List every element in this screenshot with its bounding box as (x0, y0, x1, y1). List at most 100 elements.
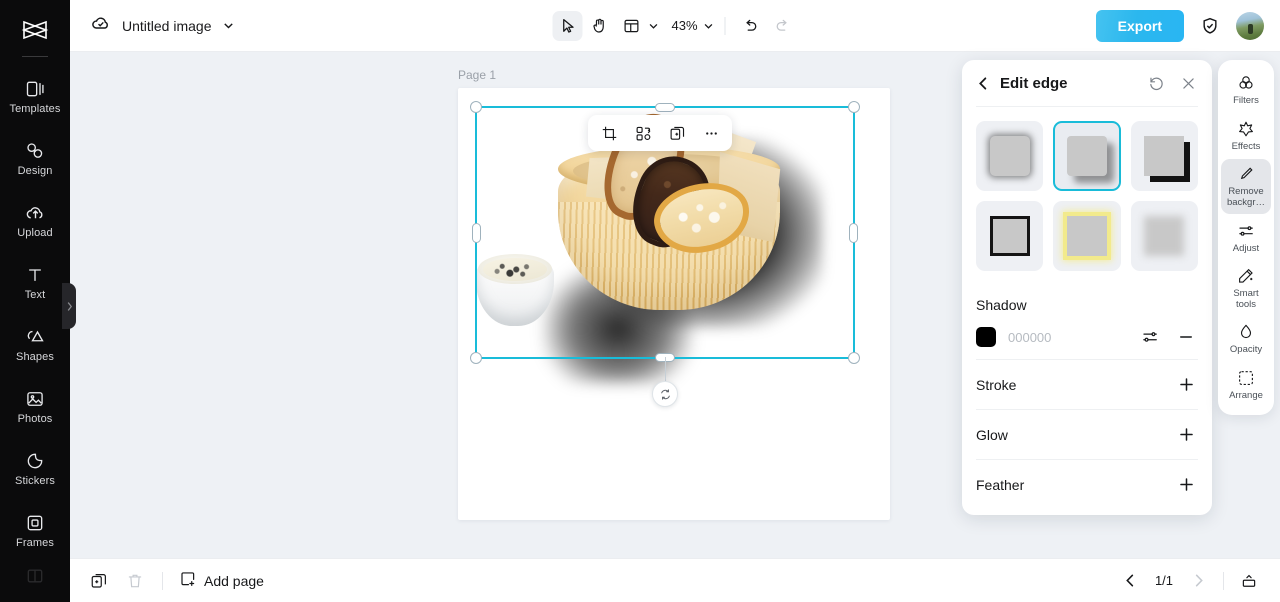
document-title[interactable]: Untitled image (122, 18, 212, 34)
feather-preset[interactable] (1130, 201, 1198, 271)
layout-tool-button[interactable] (616, 11, 659, 41)
delete-page-button[interactable] (120, 566, 150, 596)
next-page-button[interactable] (1183, 566, 1213, 596)
bottombar-divider (162, 571, 163, 590)
sidebar-item-frames[interactable]: Frames (2, 499, 68, 561)
rail-item-effects[interactable]: Effects (1221, 114, 1271, 158)
duplicate-button[interactable] (662, 119, 692, 147)
rail-item-label: Remove backgr… (1226, 186, 1265, 208)
undo-button[interactable] (736, 11, 766, 41)
sidebar-item-design[interactable]: Design (2, 127, 68, 189)
resize-handle-top[interactable] (655, 103, 675, 112)
page-label: Page 1 (458, 68, 497, 82)
rail-item-label: Arrange (1229, 390, 1263, 401)
adjust-icon (1236, 221, 1256, 241)
layout-grid-icon[interactable] (616, 11, 646, 41)
shadow-color-swatch[interactable] (976, 327, 996, 347)
chevron-left-icon[interactable] (976, 76, 992, 91)
rail-item-adjust[interactable]: Adjust (1221, 216, 1271, 260)
document-title-group[interactable]: Untitled image (90, 12, 235, 39)
glow-row[interactable]: Glow (976, 409, 1198, 459)
redo-button[interactable] (768, 11, 798, 41)
shield-check-icon[interactable] (1198, 14, 1222, 38)
rail-item-opacity[interactable]: Opacity (1221, 317, 1271, 361)
edge-property-rows: Shadow 000000 Stroke Glow Feather (962, 285, 1212, 509)
shadow-color-value[interactable]: 000000 (1008, 330, 1051, 345)
duplicate-page-button[interactable] (84, 566, 114, 596)
select-tool-button[interactable] (552, 10, 583, 41)
sidebar-item-templates[interactable]: Templates (2, 65, 68, 127)
canvas-tools: 43% (552, 10, 798, 41)
soft-shadow-preset[interactable] (976, 121, 1044, 191)
export-button[interactable]: Export (1095, 9, 1184, 42)
more-options-button[interactable] (696, 119, 726, 147)
zoom-control[interactable]: 43% (661, 18, 714, 33)
left-sidebar: Templates Design Upload Text Shapes Phot… (0, 0, 70, 602)
sidebar-item-text[interactable]: Text (2, 251, 68, 313)
hard-shadow-preset[interactable] (1130, 121, 1198, 191)
stroke-preset[interactable] (976, 201, 1044, 271)
sidebar-item-photos[interactable]: Photos (2, 375, 68, 437)
rail-item-label: Filters (1233, 95, 1259, 106)
resize-handle-bottom-right[interactable] (848, 352, 860, 364)
sidebar-item-shapes[interactable]: Shapes (2, 313, 68, 375)
design-icon (24, 140, 46, 162)
replace-button[interactable] (628, 119, 658, 147)
resize-handle-right[interactable] (849, 222, 858, 243)
rail-item-remove-background[interactable]: Remove backgr… (1221, 159, 1271, 214)
resize-handle-top-right[interactable] (848, 101, 860, 113)
chevron-down-icon[interactable] (222, 19, 235, 32)
rail-item-label: Effects (1231, 140, 1261, 152)
user-avatar[interactable] (1236, 11, 1264, 40)
page-indicator: 1/1 (1154, 573, 1174, 588)
drop-shadow-preset[interactable] (1053, 121, 1121, 191)
chevron-down-icon[interactable] (647, 20, 659, 32)
sidebar-item-stickers[interactable]: Stickers (2, 437, 68, 499)
sidebar-item-more[interactable] (2, 561, 68, 591)
plus-icon[interactable] (1174, 473, 1198, 497)
sidebar-item-label: Frames (16, 536, 54, 549)
feather-row[interactable]: Feather (976, 459, 1198, 509)
sidebar-collapse-toggle[interactable] (62, 283, 76, 329)
resize-handle-left[interactable] (472, 222, 481, 243)
sidebar-item-upload[interactable]: Upload (2, 189, 68, 251)
stroke-row[interactable]: Stroke (976, 359, 1198, 409)
previous-page-button[interactable] (1115, 566, 1145, 596)
chevron-down-icon[interactable] (703, 20, 715, 32)
text-icon (24, 264, 46, 286)
cloud-saved-icon (90, 12, 112, 39)
arrange-icon (1236, 368, 1256, 388)
rotate-handle-icon[interactable] (652, 381, 678, 407)
panel-title: Edit edge (1000, 74, 1068, 92)
smart-tools-icon (1236, 266, 1256, 286)
shadow-color-row: 000000 (976, 315, 1198, 359)
element-floating-toolbar (588, 115, 732, 151)
rail-item-smart-tools[interactable]: Smart tools (1221, 261, 1271, 315)
add-page-button[interactable]: Add page (175, 570, 268, 591)
app-root: Templates Design Upload Text Shapes Phot… (0, 0, 1280, 602)
present-button[interactable] (1234, 566, 1264, 596)
rail-item-label: Adjust (1232, 242, 1260, 254)
sidebar-item-label: Templates (9, 102, 61, 115)
upload-cloud-icon (24, 202, 46, 224)
rail-item-filters[interactable]: Filters (1221, 68, 1271, 112)
add-page-icon (179, 570, 197, 591)
edge-preset-grid (962, 107, 1212, 285)
hand-tool-button[interactable] (584, 11, 614, 41)
rail-item-arrange[interactable]: Arrange (1221, 363, 1271, 407)
page-actions: Add page (84, 566, 268, 596)
minus-icon[interactable] (1174, 325, 1198, 349)
photos-icon (24, 388, 46, 410)
glow-preset[interactable] (1053, 201, 1121, 271)
resize-handle-bottom-left[interactable] (470, 352, 482, 364)
reset-icon[interactable] (1144, 71, 1168, 95)
sliders-icon[interactable] (1138, 325, 1162, 349)
crop-button[interactable] (594, 119, 624, 147)
plus-icon[interactable] (1174, 423, 1198, 447)
zoom-level[interactable]: 43% (661, 18, 701, 33)
resize-handle-top-left[interactable] (470, 101, 482, 113)
capcut-logo-icon[interactable] (15, 10, 55, 50)
preset-thumb (1144, 216, 1185, 256)
plus-icon[interactable] (1174, 373, 1198, 397)
close-icon[interactable] (1176, 71, 1200, 95)
